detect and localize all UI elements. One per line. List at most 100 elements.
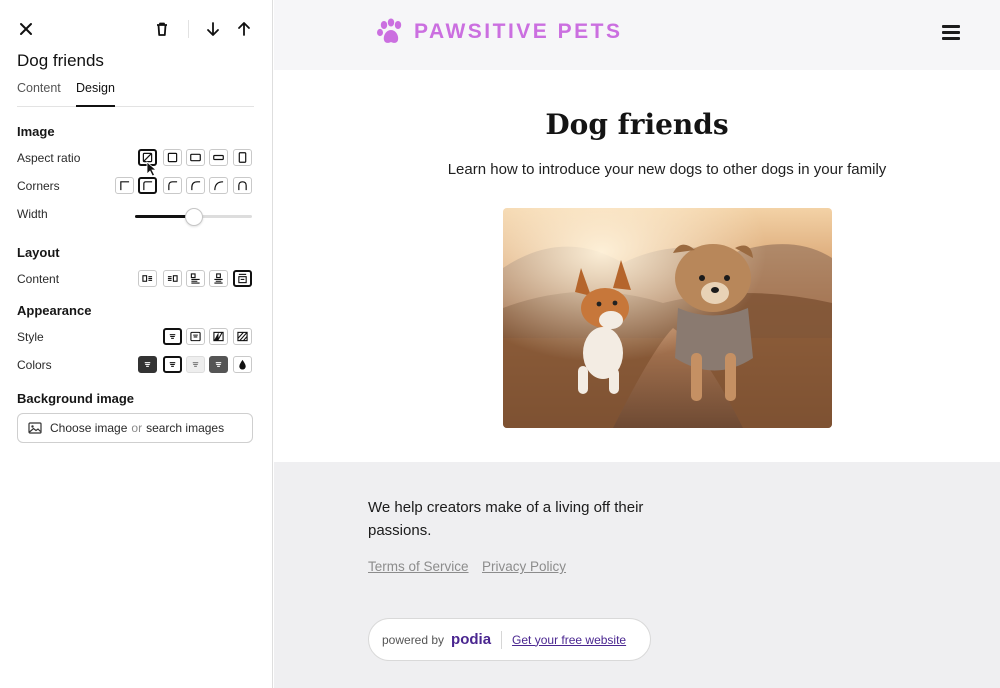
layout-stacked-icon	[238, 273, 247, 284]
footer-tagline: We help creators make of a living off th…	[368, 499, 644, 539]
corners-round[interactable]	[233, 177, 252, 194]
layout-image-right-icon	[167, 275, 178, 282]
background-image-picker[interactable]: Choose image or search images	[17, 413, 253, 443]
powered-by-badge: powered by podia Get your free website	[368, 618, 651, 661]
corners-small[interactable]	[138, 177, 157, 194]
site-header: PAWSITIVE PETS	[274, 0, 1000, 70]
terms-link[interactable]: Terms of Service	[368, 559, 469, 574]
section-image: Image	[17, 124, 55, 139]
layout-stacked[interactable]	[233, 270, 252, 287]
style-plain[interactable]	[163, 328, 182, 345]
color-gray[interactable]	[209, 356, 228, 373]
aspect-ratio-label: Aspect ratio	[17, 151, 81, 165]
logo-text: PAWSITIVE PETS	[414, 20, 623, 43]
toolbar-divider	[188, 20, 189, 38]
tab-design[interactable]: Design	[76, 81, 115, 107]
style-plain-icon	[169, 334, 176, 339]
image-icon	[28, 422, 42, 434]
width-slider-thumb[interactable]	[185, 208, 203, 226]
color-light[interactable]	[163, 356, 182, 373]
text-lines-icon	[192, 362, 199, 367]
landscape-icon	[190, 153, 201, 162]
style-label: Style	[17, 330, 44, 344]
text-lines-icon	[144, 362, 151, 367]
corners-large[interactable]	[186, 177, 205, 194]
close-button[interactable]	[13, 14, 39, 44]
picker-or-text: or	[131, 421, 143, 435]
paw-icon	[377, 18, 402, 43]
corner-xlarge-icon	[214, 181, 224, 191]
style-split-icon	[213, 331, 224, 342]
portrait-icon	[238, 152, 247, 163]
section-background-image: Background image	[17, 391, 135, 406]
style-card-icon	[190, 331, 201, 342]
layout-image-left-icon	[142, 275, 153, 282]
trash-icon	[157, 22, 167, 36]
corner-medium-icon	[168, 181, 178, 191]
close-icon	[20, 23, 32, 35]
align-center-icon	[214, 273, 223, 284]
hero-title: Dog friends	[545, 108, 729, 141]
site-preview: PAWSITIVE PETS Dog friends Learn how to …	[274, 0, 1000, 688]
colors-label: Colors	[17, 358, 52, 372]
corner-round-icon	[238, 181, 247, 191]
text-lines-icon	[215, 362, 222, 367]
corner-large-icon	[191, 181, 201, 191]
layout-image-right[interactable]	[163, 270, 182, 287]
sidebar-toolbar	[0, 14, 273, 44]
wide-icon	[213, 154, 224, 161]
layout-align-center[interactable]	[209, 270, 228, 287]
width-slider-fill	[135, 215, 187, 218]
section-layout: Layout	[17, 245, 60, 260]
editor-tabs: Content Design	[17, 81, 254, 107]
droplet-icon	[239, 359, 246, 370]
color-muted[interactable]	[186, 356, 205, 373]
arrow-down-icon	[207, 22, 219, 36]
aspect-ratio-landscape[interactable]	[186, 149, 205, 166]
site-logo[interactable]: PAWSITIVE PETS	[376, 16, 622, 48]
corners-xlarge[interactable]	[209, 177, 228, 194]
powered-by-text: powered by	[382, 632, 445, 647]
layout-align-left[interactable]	[186, 270, 205, 287]
mouse-cursor-icon	[146, 161, 158, 177]
corner-square-icon	[120, 181, 130, 191]
dogs-photo-image	[503, 208, 832, 428]
corners-medium[interactable]	[163, 177, 182, 194]
delete-button[interactable]	[149, 14, 175, 44]
corners-none[interactable]	[115, 177, 134, 194]
style-card[interactable]	[186, 328, 205, 345]
width-label: Width	[17, 207, 48, 221]
privacy-link[interactable]: Privacy Policy	[482, 559, 566, 574]
hamburger-icon	[942, 25, 960, 28]
block-title: Dog friends	[17, 51, 104, 70]
style-pattern-icon	[237, 331, 248, 342]
move-down-button[interactable]	[200, 14, 226, 44]
aspect-ratio-portrait[interactable]	[233, 149, 252, 166]
tab-content[interactable]: Content	[17, 81, 61, 107]
aspect-ratio-wide[interactable]	[209, 149, 228, 166]
menu-button[interactable]	[942, 24, 962, 40]
choose-image-link[interactable]: Choose image	[50, 421, 127, 435]
style-pattern[interactable]	[233, 328, 252, 345]
badge-divider	[501, 630, 503, 649]
color-custom[interactable]	[233, 356, 252, 373]
hamburger-icon	[942, 37, 960, 40]
move-up-button[interactable]	[231, 14, 257, 44]
square-icon	[167, 152, 178, 163]
hero-section[interactable]: Dog friends Learn how to introduce your …	[274, 70, 1000, 462]
get-website-link[interactable]: Get your free website	[512, 633, 626, 647]
color-dark[interactable]	[138, 356, 157, 373]
search-images-link[interactable]: search images	[146, 421, 224, 435]
corner-small-icon	[143, 181, 153, 191]
align-left-icon	[190, 273, 200, 284]
podia-logo[interactable]: podia	[451, 631, 491, 648]
aspect-ratio-square[interactable]	[163, 149, 182, 166]
arrow-up-icon	[238, 22, 250, 36]
content-layout-label: Content	[17, 272, 60, 286]
editor-sidebar: Dog friends Content Design Image Aspect …	[0, 0, 273, 688]
site-footer: We help creators make of a living off th…	[274, 462, 1000, 688]
hamburger-icon	[942, 31, 960, 34]
layout-image-left[interactable]	[138, 270, 157, 287]
style-split[interactable]	[209, 328, 228, 345]
corners-label: Corners	[17, 179, 60, 193]
